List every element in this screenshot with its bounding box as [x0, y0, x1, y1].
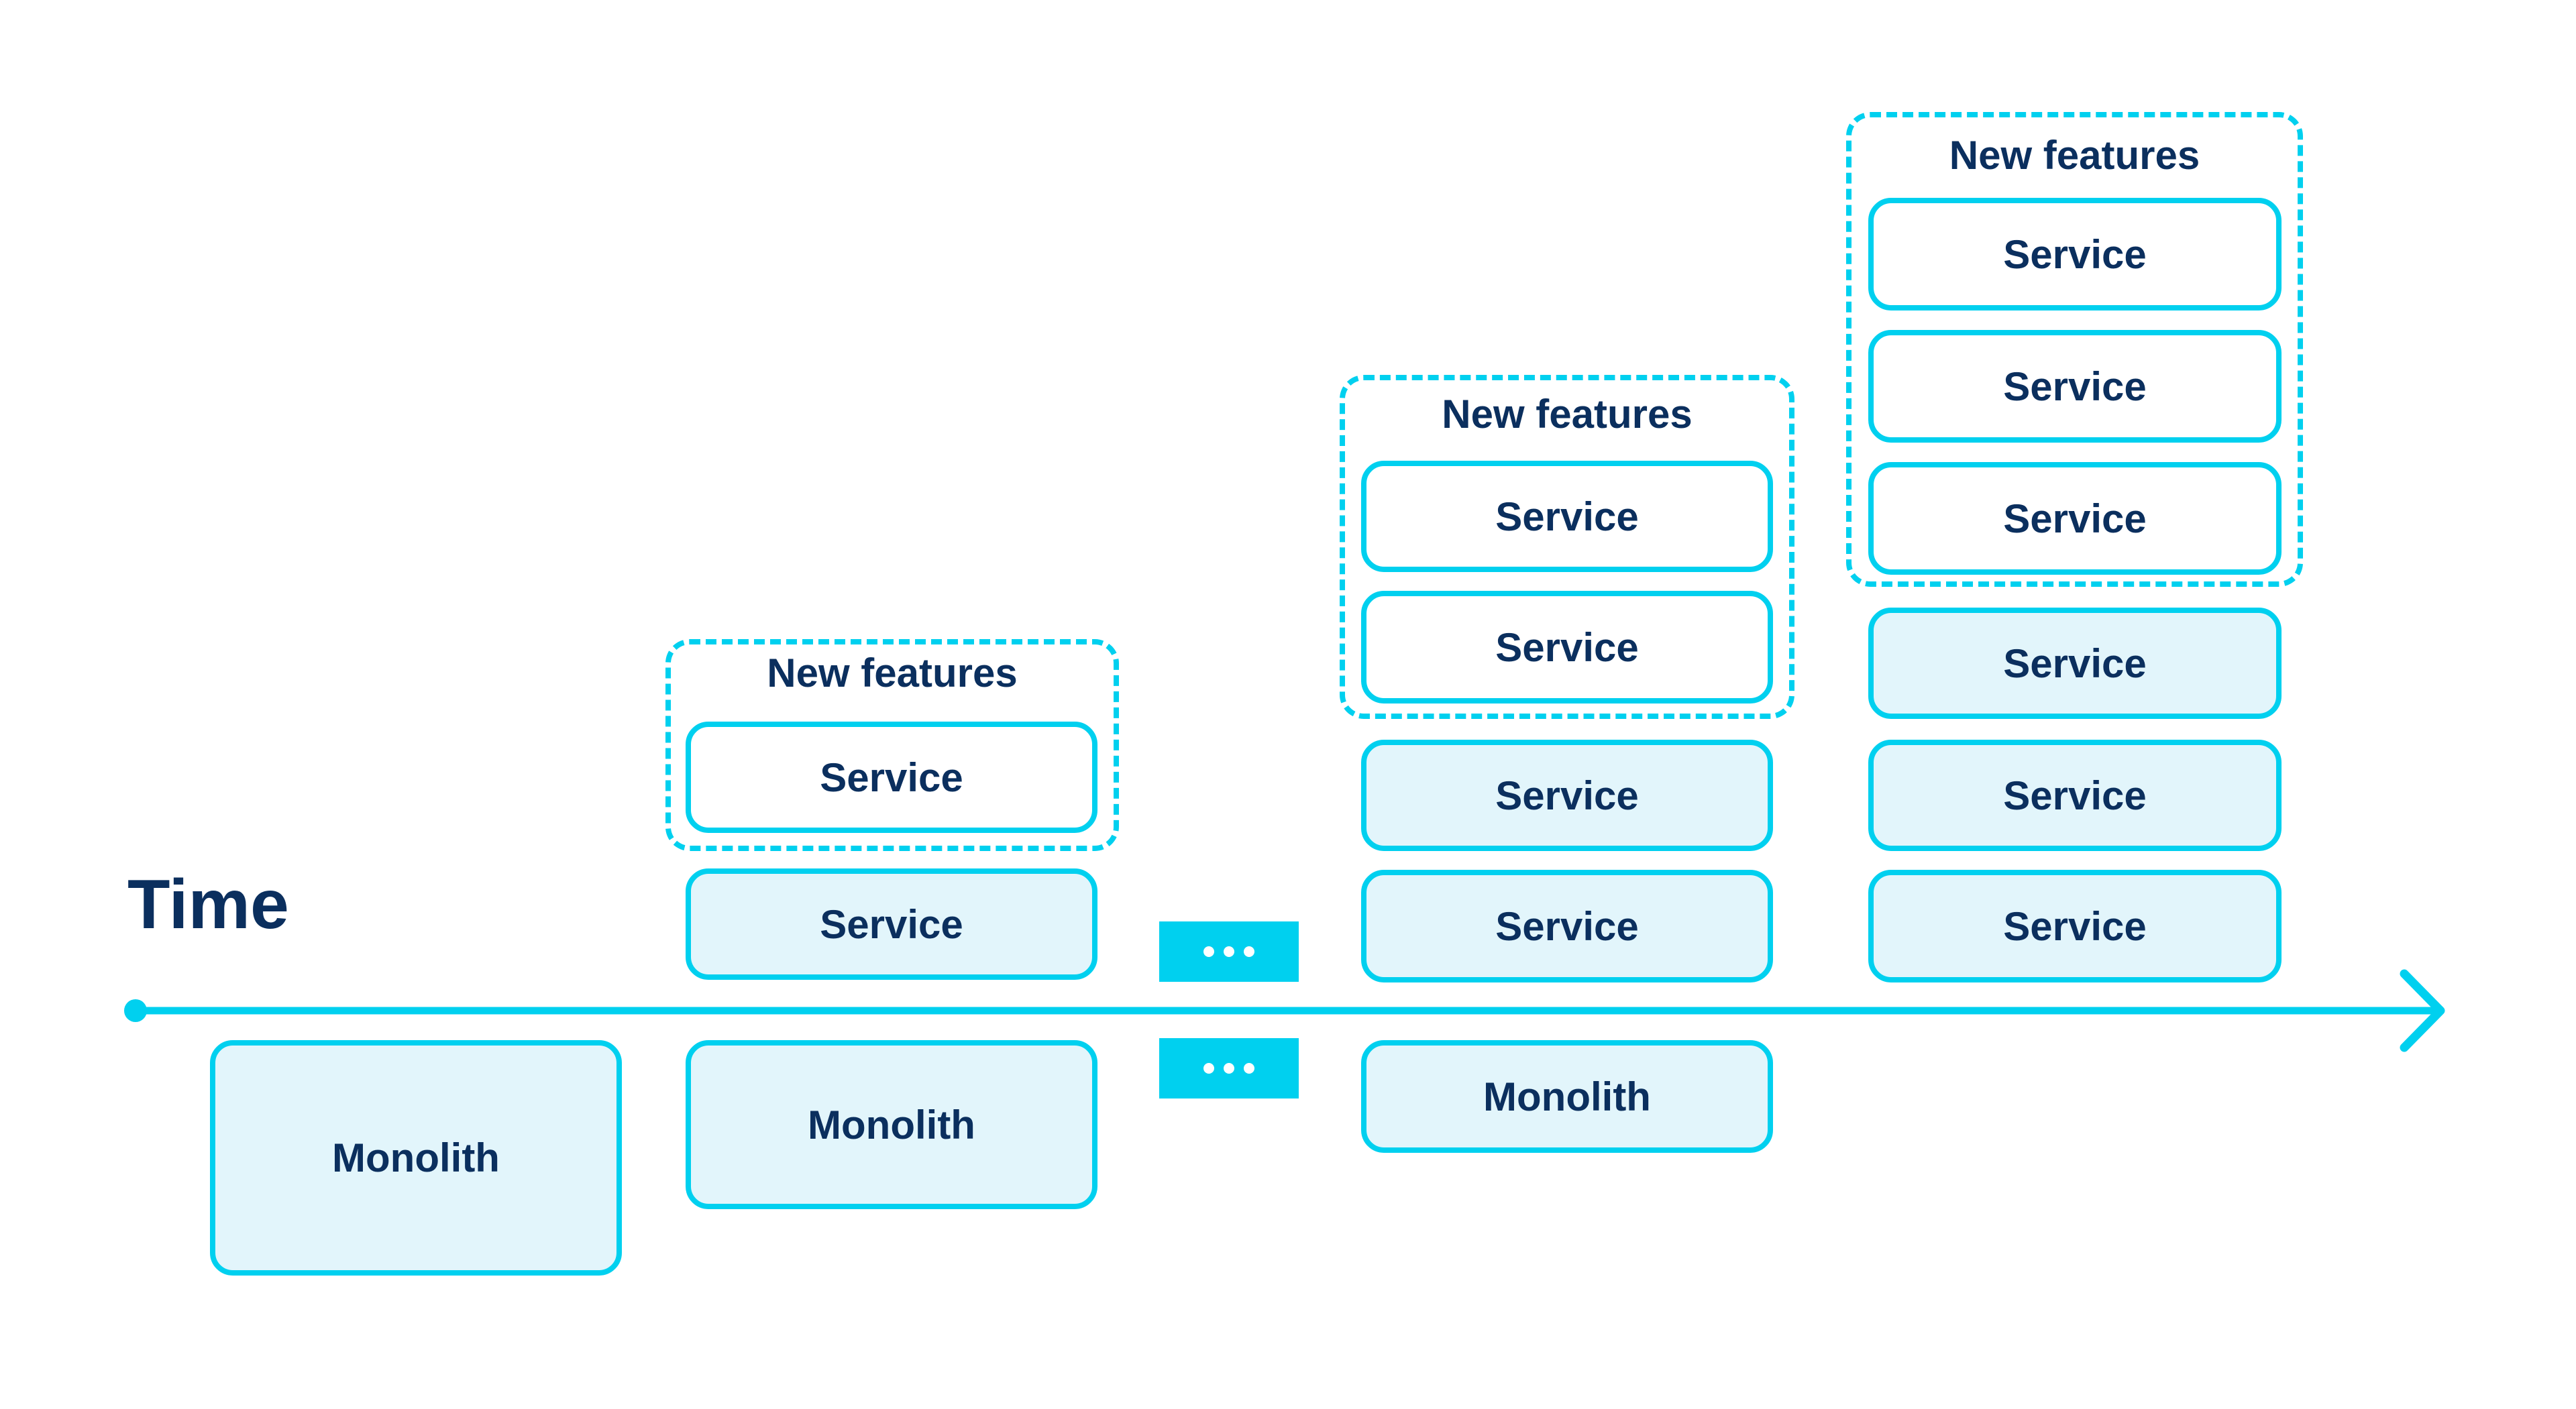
new-service-box: Service	[1868, 462, 2282, 575]
new-service-box: Service	[686, 722, 1097, 833]
ellipsis-icon	[1159, 921, 1299, 982]
time-axis-label: Time	[127, 866, 289, 944]
new-features-title: New features	[1949, 133, 2200, 178]
service-box: Service	[686, 868, 1097, 980]
new-features-title: New features	[767, 651, 1018, 695]
service-box: Service	[1868, 870, 2282, 982]
service-box: Service	[1361, 740, 1773, 851]
axis-start-dot	[124, 999, 147, 1022]
monolith-box: Monolith	[686, 1040, 1097, 1209]
service-box: Service	[1868, 740, 2282, 851]
new-service-box: Service	[1868, 198, 2282, 311]
service-box: Service	[1361, 870, 1773, 982]
new-service-box: Service	[1361, 591, 1773, 703]
new-service-box: Service	[1868, 330, 2282, 443]
monolith-box: Monolith	[1361, 1040, 1773, 1153]
new-service-box: Service	[1361, 461, 1773, 572]
ellipsis-icon	[1159, 1038, 1299, 1098]
monolith-box: Monolith	[210, 1040, 622, 1276]
new-features-title: New features	[1442, 392, 1693, 437]
service-box: Service	[1868, 608, 2282, 719]
